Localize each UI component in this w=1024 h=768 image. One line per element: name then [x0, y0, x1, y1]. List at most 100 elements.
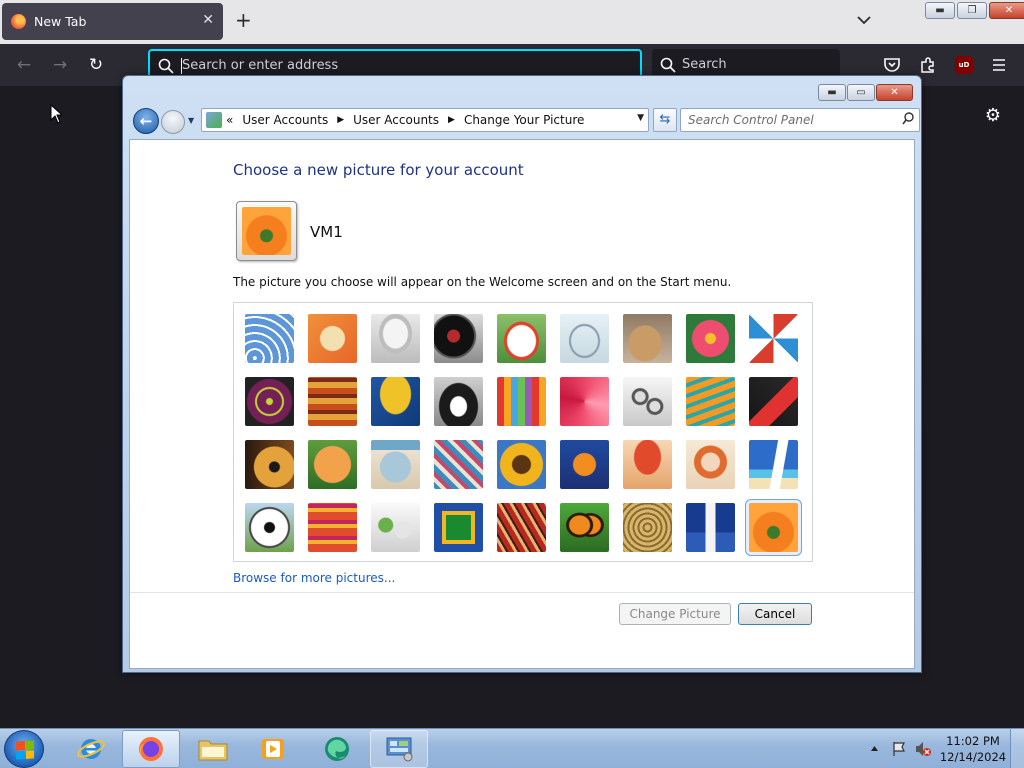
- account-picture-guitar[interactable]: [245, 440, 294, 489]
- search-placeholder: Search: [682, 57, 727, 72]
- forward-button[interactable]: [161, 110, 185, 134]
- edge-icon: [325, 737, 349, 761]
- account-picture-paper-star[interactable]: [560, 377, 609, 426]
- breadcrumb-item-user-accounts[interactable]: User Accounts: [242, 113, 328, 127]
- breadcrumb-separator-icon[interactable]: ▶: [448, 115, 455, 125]
- account-picture-ginkgo-leaf[interactable]: [371, 377, 420, 426]
- reload-icon[interactable]: ↻: [85, 54, 107, 76]
- show-hidden-icons-icon[interactable]: [870, 744, 879, 753]
- account-picture-pinwheel[interactable]: [749, 314, 798, 363]
- clock-date: 12/14/2024: [939, 750, 1007, 764]
- account-picture-marbles[interactable]: [371, 503, 420, 552]
- account-picture-green-window[interactable]: [434, 503, 483, 552]
- clock-time: 11:02 PM: [946, 734, 1000, 748]
- control-panel-search-input[interactable]: Search Control Panel: [680, 108, 920, 132]
- minimize-button[interactable]: ▬: [818, 84, 846, 101]
- account-picture-gyroscope[interactable]: [560, 314, 609, 363]
- breadcrumb-item-user-accounts-sub[interactable]: User Accounts: [353, 113, 439, 127]
- pocket-icon[interactable]: [883, 56, 901, 74]
- breadcrumb-overflow[interactable]: «: [226, 113, 233, 127]
- forward-arrow-icon[interactable]: →: [49, 54, 71, 76]
- account-picture-kokeshi-doll[interactable]: [686, 440, 735, 489]
- account-picture-sailboat[interactable]: [749, 440, 798, 489]
- menu-icon[interactable]: [991, 57, 1007, 73]
- tab-close-icon[interactable]: ✕: [202, 12, 214, 28]
- show-desktop-button[interactable]: [1010, 729, 1024, 768]
- close-button[interactable]: ✕: [876, 84, 913, 101]
- picture-description: The picture you choose will appear on th…: [233, 275, 732, 289]
- account-picture-jacks[interactable]: [623, 377, 672, 426]
- account-picture-goldfish[interactable]: [560, 440, 609, 489]
- change-picture-button[interactable]: Change Picture: [619, 603, 731, 625]
- account-picture-pomeranian[interactable]: [308, 440, 357, 489]
- volume-muted-icon[interactable]: [914, 740, 932, 758]
- control-panel-icon: [206, 112, 222, 128]
- account-picture-pink-flower[interactable]: [686, 314, 735, 363]
- account-picture-tin-robot[interactable]: [371, 440, 420, 489]
- tab-title: New Tab: [34, 14, 87, 29]
- account-username: VM1: [310, 223, 343, 241]
- account-picture-border-collie[interactable]: [434, 377, 483, 426]
- taskbar-app-media-player[interactable]: [244, 730, 302, 768]
- account-picture-crayons[interactable]: [497, 377, 546, 426]
- close-button[interactable]: ✕: [989, 2, 1024, 19]
- account-picture-robot-toy[interactable]: [371, 314, 420, 363]
- settings-gear-icon[interactable]: ⚙: [983, 106, 1003, 126]
- account-picture-kitten[interactable]: [623, 314, 672, 363]
- account-picture-butterfly[interactable]: [560, 503, 609, 552]
- account-picture-turntable[interactable]: [434, 314, 483, 363]
- search-icon: [660, 57, 676, 73]
- account-picture-orange-flower[interactable]: [745, 499, 802, 556]
- control-panel-icon: [386, 737, 413, 762]
- maximize-button[interactable]: ▭: [847, 84, 875, 101]
- action-center-flag-icon[interactable]: [890, 740, 908, 758]
- account-picture-roller-coaster[interactable]: [245, 314, 294, 363]
- taskbar-app-firefox[interactable]: [122, 730, 180, 768]
- refresh-button[interactable]: ⇆: [653, 108, 677, 132]
- window-controls: ▬ ▭ ✕: [818, 84, 913, 101]
- account-picture-soccer-ball[interactable]: [245, 503, 294, 552]
- firefox-icon: [139, 737, 163, 762]
- browse-more-pictures-link[interactable]: Browse for more pictures...: [233, 571, 395, 585]
- ublock-origin-icon[interactable]: uD: [955, 56, 973, 74]
- account-picture-bowling-ball[interactable]: [245, 377, 294, 426]
- system-clock[interactable]: 11:02 PM 12/14/2024: [938, 733, 1008, 765]
- account-picture-striped-cloth[interactable]: [308, 503, 357, 552]
- control-panel-window: ▬ ▭ ✕ ← ▼ « User Accounts ▶ User Account…: [122, 75, 922, 673]
- account-picture-sunflower[interactable]: [497, 440, 546, 489]
- extensions-icon[interactable]: [919, 56, 937, 74]
- account-picture-woven-textile[interactable]: [497, 503, 546, 552]
- recent-pages-chevron-icon[interactable]: ▼: [188, 116, 198, 126]
- account-picture-starfish[interactable]: [308, 314, 357, 363]
- new-tab-button[interactable]: +: [235, 9, 252, 31]
- taskbar-app-internet-explorer[interactable]: [62, 730, 120, 768]
- account-picture-fabric-stripes[interactable]: [308, 377, 357, 426]
- cancel-button[interactable]: Cancel: [738, 603, 812, 625]
- account-picture-hot-air-balloon[interactable]: [623, 440, 672, 489]
- account-picture-wicker-basket[interactable]: [623, 503, 672, 552]
- minimize-button[interactable]: ▬: [925, 2, 955, 19]
- taskbar-app-file-explorer[interactable]: [184, 730, 242, 768]
- divider: [130, 592, 914, 593]
- taskbar-app-edge-tool[interactable]: [308, 730, 366, 768]
- account-picture-lucky-cat[interactable]: [497, 314, 546, 363]
- address-dropdown-icon[interactable]: ▼: [637, 113, 644, 123]
- breadcrumb-item-change-picture[interactable]: Change Your Picture: [464, 113, 584, 127]
- list-all-tabs-icon[interactable]: [856, 12, 872, 28]
- breadcrumb[interactable]: « User Accounts ▶ User Accounts ▶ Change…: [201, 108, 649, 132]
- account-picture-stairs[interactable]: [686, 377, 735, 426]
- account-picture-lighthouse[interactable]: [686, 503, 735, 552]
- media-player-icon: [262, 739, 284, 759]
- search-icon[interactable]: [902, 112, 914, 126]
- explorer-address-row: ← ▼ « User Accounts ▶ User Accounts ▶ Ch…: [131, 106, 920, 136]
- account-picture-origami-crane[interactable]: [749, 377, 798, 426]
- taskbar-app-control-panel[interactable]: [370, 730, 428, 768]
- account-picture-scarves[interactable]: [434, 440, 483, 489]
- current-account-picture: [236, 201, 297, 261]
- breadcrumb-separator-icon[interactable]: ▶: [337, 115, 344, 125]
- browser-tab[interactable]: New Tab ✕: [2, 3, 223, 40]
- start-button[interactable]: [4, 730, 44, 768]
- back-button[interactable]: ←: [133, 108, 159, 134]
- back-arrow-icon[interactable]: ←: [13, 54, 35, 76]
- restore-button[interactable]: ❐: [957, 2, 987, 19]
